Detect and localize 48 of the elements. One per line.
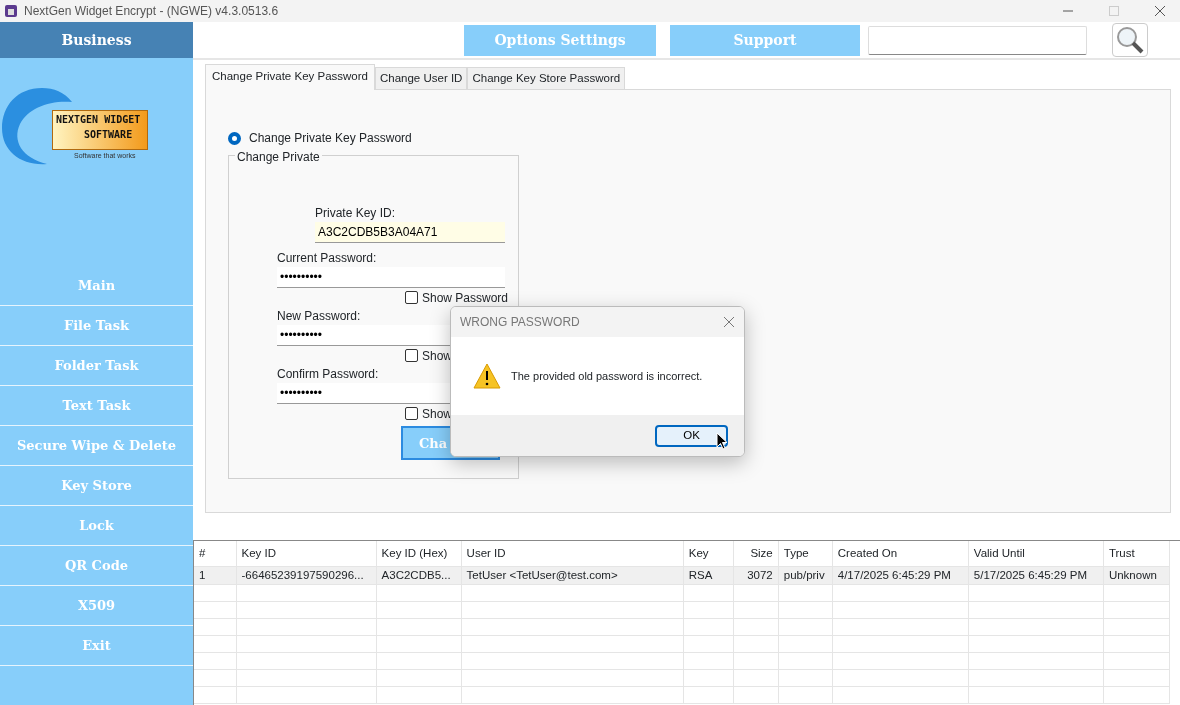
close-icon[interactable] (723, 316, 735, 328)
dialog-message: The provided old password is incorrect. (511, 368, 703, 384)
table-cell: 4/17/2025 6:45:29 PM (832, 566, 969, 585)
table-cell: Unknown (1103, 566, 1170, 585)
column-header[interactable]: Key (683, 541, 734, 566)
checkbox-label: Show Password (422, 289, 509, 307)
column-header[interactable]: Trust (1103, 541, 1170, 566)
table-cell: 5/17/2025 6:45:29 PM (968, 566, 1104, 585)
field-label: Confirm Password: (277, 366, 379, 384)
table-cell: 3072 (733, 566, 779, 585)
close-icon[interactable] (1154, 5, 1166, 17)
tab[interactable]: Change Key Store Password (467, 67, 626, 90)
table-cell: RSA (683, 566, 734, 585)
key-id-field[interactable]: A3C2CDB5B3A04A71 (315, 222, 505, 244)
warning-icon (473, 363, 501, 389)
field-label: Private Key ID: (315, 205, 397, 223)
logo-text: SOFTWARE (84, 128, 133, 142)
table-cell: pub/priv (778, 566, 833, 585)
window-title: NextGen Widget Encrypt - (NGWE) v4.3.0513.6 (24, 3, 279, 20)
field-label: Current Password: (277, 250, 377, 268)
sidebar-header: Business (0, 22, 193, 58)
radio-label: Change Private Key Password (249, 130, 412, 148)
table-cell: -66465239197590296... (236, 566, 377, 585)
field-label: New Password: (277, 308, 361, 326)
mouse-cursor-icon (716, 432, 728, 450)
column-header[interactable]: Valid Until (968, 541, 1104, 566)
checkbox[interactable] (405, 291, 418, 305)
column-header[interactable]: Key ID (Hex) (376, 541, 462, 566)
ok-button[interactable]: OK (655, 424, 728, 447)
column-header[interactable]: Key ID (236, 541, 377, 566)
column-header[interactable]: User ID (461, 541, 684, 566)
logo-text: NEXTGEN WIDGET (56, 113, 141, 127)
column-header[interactable]: Size (733, 541, 779, 566)
search-button[interactable] (1112, 23, 1148, 57)
tab[interactable]: Change User ID (374, 67, 468, 90)
tab[interactable]: Change Private Key Password (205, 64, 375, 91)
table-cell: TetUser <TetUser@test.com> (461, 566, 684, 585)
table-cell: A3C2CDB5... (376, 566, 462, 585)
column-header[interactable]: # (194, 541, 236, 566)
checkbox[interactable] (405, 407, 418, 421)
password-field[interactable]: •••••••••• (277, 267, 505, 289)
search-field[interactable] (868, 25, 1087, 55)
column-header[interactable]: Created On (832, 541, 969, 566)
table-cell: 1 (194, 566, 236, 585)
radio-button[interactable] (228, 131, 241, 145)
app-icon (4, 4, 18, 18)
column-header[interactable]: Type (778, 541, 833, 566)
checkbox[interactable] (405, 349, 418, 363)
